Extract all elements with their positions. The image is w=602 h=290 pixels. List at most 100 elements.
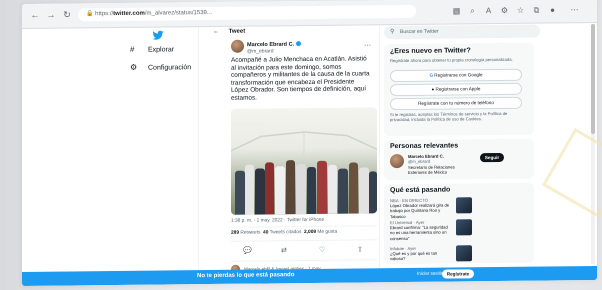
collections-icon[interactable]: ⧉ — [532, 6, 541, 15]
banner-login-link[interactable]: Iniciar sesión — [417, 271, 444, 276]
profile-icon[interactable]: ● — [548, 5, 557, 14]
signup-title: ¿Eres nuevo en Twitter? — [390, 47, 471, 56]
terms-text[interactable]: Si te registras, aceptas los Términos de… — [390, 111, 518, 122]
trend-thumbnail — [456, 219, 472, 236]
crowd-person — [265, 162, 274, 215]
trending-card: Qué está pasando NBA · EN DIRECTO López … — [384, 182, 534, 265]
trending-title: Qué está pasando — [390, 186, 451, 195]
crowd-person — [359, 167, 369, 214]
relevant-bio: Secretario de Relaciones Exteriores de M… — [408, 164, 455, 175]
nav-explore-label: Explorar — [148, 46, 175, 54]
tweet-header: ← Tweet — [213, 29, 245, 35]
crowd-person — [275, 166, 285, 215]
browser-window: ← → ↻ 🔒 https://twitter.com/m_alvarez/st… — [22, 0, 597, 287]
crowd-person — [286, 160, 295, 215]
tent-structure — [231, 131, 377, 159]
crowd-person — [328, 164, 337, 214]
crowd-person — [296, 164, 306, 215]
trend-item[interactable]: NBA · EN DIRECTO López Obrador realizará… — [390, 197, 452, 219]
quotes-count: 40 — [263, 230, 269, 236]
trend-text: López Obrador realizará gira de trabajo … — [390, 202, 450, 219]
read-aloud-icon[interactable]: A — [484, 6, 493, 15]
tweet-column: ← Tweet Marcelo Ebrard C. @m_ebrard ⋯ Ac… — [198, 25, 380, 278]
relevant-people-card: Personas relevantes Marcelo Ebrard C. @m… — [384, 138, 534, 181]
back-arrow-icon[interactable]: ← — [213, 29, 219, 35]
signup-card: ¿Eres nuevo en Twitter? Regístrate ahora… — [384, 42, 534, 137]
trend-item[interactable]: El Universal · Ayer Ebrard confirma: "La… — [390, 219, 452, 241]
search-input[interactable]: ⚲ Buscar en Twitter — [384, 24, 540, 40]
divider — [231, 239, 377, 242]
follow-button[interactable]: Seguir — [480, 152, 504, 163]
verified-badge-icon — [296, 41, 302, 47]
tweet-timestamp: 1:38 p. m. · 1 may. 2022 · Twitter for i… — [231, 217, 325, 224]
twitter-bird-icon[interactable] — [152, 30, 164, 41]
reply-icon[interactable]: 💬 — [243, 247, 252, 255]
reader-icon[interactable]: ▦ — [452, 6, 461, 15]
settings-gear-icon: ⚙ — [130, 62, 138, 72]
crowd-person — [338, 168, 348, 214]
trend-thumbnail — [456, 245, 472, 262]
like-heart-icon[interactable]: ♡ — [319, 246, 325, 254]
address-bar[interactable]: 🔒 https://twitter.com/m_alvarez/status/1… — [78, 4, 416, 22]
crowd-person — [255, 168, 265, 215]
divider — [231, 259, 377, 262]
left-navigation: # Explorar ⚙ Configuración — [112, 28, 202, 72]
retweet-icon[interactable]: ⇄ — [281, 246, 287, 254]
banner-message: No te pierdas lo que está pasando — [197, 272, 295, 280]
trend-item[interactable]: Infobae · Ayer ¿Qué es y por qué es tan … — [390, 245, 452, 262]
crowd-person — [235, 170, 245, 215]
back-arrow-icon[interactable]: ← — [30, 10, 40, 20]
nav-settings-label: Configuración — [148, 64, 192, 72]
phone-signup-button[interactable]: Regístrate con tu número de teléfono — [390, 96, 522, 111]
likes-count: 2,009 — [304, 229, 317, 236]
crowd-person — [307, 166, 316, 215]
forward-arrow-icon[interactable]: → — [46, 10, 56, 20]
search-placeholder: Buscar en Twitter — [400, 28, 439, 36]
lock-icon: 🔒 — [86, 11, 94, 18]
url-path: /m_alvarez/status/1539... — [144, 10, 212, 17]
quotes-label[interactable]: Tweets citados — [270, 230, 302, 235]
extensions-icon[interactable]: ⚙ — [500, 6, 509, 15]
tweet-stats: 289 Retweets 40 Tweets citados 2,009 Me … — [231, 230, 337, 236]
relevant-avatar[interactable] — [390, 153, 404, 169]
google-signup-label: Registrarse con Google — [434, 72, 483, 78]
crowd-person — [349, 162, 358, 214]
nav-settings[interactable]: ⚙ Configuración — [130, 60, 191, 75]
signup-subtitle: Regístrate ahora para obtener tu propia … — [390, 56, 513, 64]
crowd-person — [317, 160, 327, 214]
more-options-icon[interactable]: ⋯ — [364, 41, 371, 49]
scrollbar-thumb[interactable] — [591, 23, 595, 135]
relevant-people-title: Personas relevantes — [390, 142, 459, 151]
tweet-text: Acompañé a Julio Menchaca en Acatlán. As… — [231, 55, 370, 102]
crowd-person — [245, 164, 254, 215]
trend-text: ¿Qué es y por qué es tan valioso? — [390, 250, 438, 262]
divider — [231, 225, 377, 228]
phone-signup-label: Regístrate con tu número de teléfono — [418, 100, 494, 106]
google-signup-button[interactable]: G Registrarse con Google — [390, 68, 522, 83]
author-name[interactable]: Marcelo Ebrard C. — [247, 41, 302, 49]
retweets-label[interactable]: Retweets — [240, 231, 260, 236]
crowd-person — [369, 171, 377, 214]
apple-icon: ● — [431, 86, 435, 92]
banner-signup-button[interactable]: Regístrate — [442, 269, 474, 279]
nav-explore[interactable]: # Explorar — [130, 42, 174, 56]
url-host: twitter.com — [113, 10, 145, 18]
reload-icon[interactable]: ↻ — [62, 9, 72, 19]
share-icon[interactable]: ⇧ — [357, 245, 363, 253]
author-handle[interactable]: @m_ebrard — [247, 48, 273, 54]
relevant-handle: @m_ebrard — [408, 158, 431, 164]
tweet-photo[interactable] — [231, 107, 377, 215]
more-menu-icon[interactable]: ⋯ — [570, 5, 579, 14]
trend-text: Ebrard confirma: "La seguridad no es una… — [390, 224, 448, 241]
likes-label[interactable]: Me gusta — [317, 230, 337, 235]
trend-thumbnail — [456, 197, 472, 214]
author-avatar[interactable] — [231, 39, 244, 53]
zoom-icon[interactable]: ⌕ — [468, 6, 477, 15]
search-icon: ⚲ — [390, 29, 395, 36]
apple-signup-label: Registrarse con Apple — [435, 86, 481, 92]
hashtag-icon: # — [130, 44, 135, 54]
author-name-text: Marcelo Ebrard C. — [247, 41, 295, 49]
apple-signup-button[interactable]: ● Registrarse con Apple — [390, 82, 522, 97]
favorite-star-icon[interactable]: ☆ — [516, 6, 525, 15]
tweet-header-title: Tweet — [228, 28, 246, 35]
